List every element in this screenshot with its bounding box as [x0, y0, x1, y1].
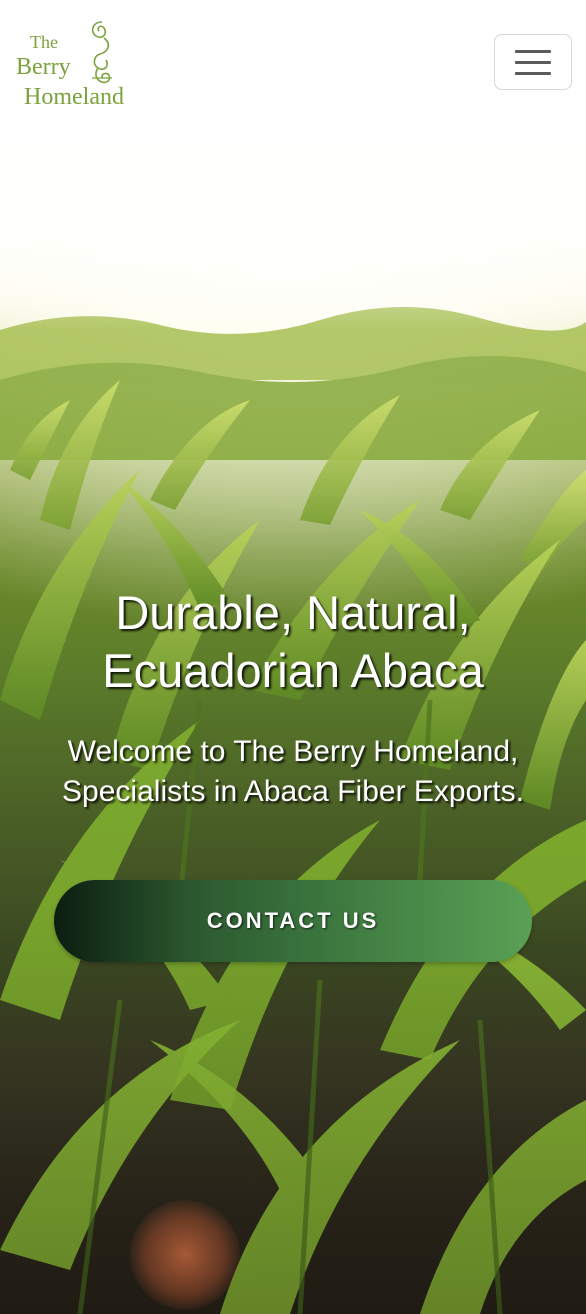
- hero-subtitle: Welcome to The Berry Homeland, Specialis…: [62, 735, 524, 808]
- site-logo[interactable]: The Berry Homeland: [14, 18, 154, 113]
- logo-swirl-icon: [91, 21, 112, 84]
- page: The Berry Homeland Durable, Natural, Ecu…: [0, 0, 586, 1314]
- site-header: The Berry Homeland: [0, 0, 586, 130]
- menu-toggle-button[interactable]: [494, 34, 572, 90]
- hero-title: Durable, Natural, Ecuadorian Abaca: [102, 586, 484, 697]
- contact-us-button[interactable]: CONTACT US: [54, 880, 532, 962]
- logo-text-the: The: [30, 32, 58, 52]
- logo-text-homeland: Homeland: [24, 84, 124, 110]
- lens-flare: [130, 1200, 240, 1310]
- hamburger-menu-icon: [515, 49, 551, 75]
- logo-text-berry: Berry: [16, 54, 71, 80]
